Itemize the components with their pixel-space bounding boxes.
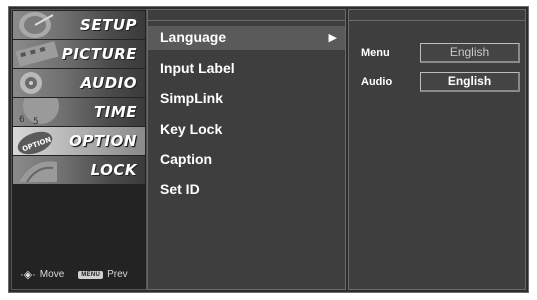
move-hint-label: Move: [39, 269, 65, 280]
audio-language-label: Audio: [361, 76, 393, 88]
submenu-item-key-lock[interactable]: Key Lock: [160, 121, 222, 137]
submenu-item-set-id[interactable]: Set ID: [160, 181, 200, 197]
category-menu: SETUP PICTURE AUDIO 6 5 TIME OPTION OPTI…: [11, 9, 147, 290]
category-option[interactable]: OPTION OPTION: [13, 127, 145, 155]
category-label: AUDIO: [80, 74, 137, 92]
option-submenu: Language ▶ Input Label SimpLink Key Lock…: [147, 9, 346, 290]
menu-language-label: Menu: [361, 47, 390, 59]
svg-text:5: 5: [33, 117, 39, 126]
category-lock[interactable]: LOCK: [13, 156, 145, 184]
category-time[interactable]: 6 5 TIME: [13, 98, 145, 126]
move-arrows-icon: ·◈·: [20, 269, 36, 281]
submenu-item-caption[interactable]: Caption: [160, 151, 212, 167]
submenu-item-input-label[interactable]: Input Label: [160, 60, 235, 76]
svg-text:6: 6: [19, 115, 25, 125]
menu-language-value[interactable]: English: [420, 43, 520, 63]
navigation-hints: ·◈· Move MENU Prev: [20, 268, 128, 281]
satellite-dish-icon: [19, 12, 54, 38]
speaker-icon: [20, 72, 42, 94]
divider: [148, 20, 345, 21]
audio-language-value[interactable]: English: [420, 72, 520, 92]
arrow-right-icon: ▶: [328, 32, 337, 44]
category-label: LOCK: [90, 161, 137, 179]
category-audio[interactable]: AUDIO: [13, 69, 145, 97]
lock-icon: [19, 161, 57, 183]
language-options: Menu English Audio English: [348, 9, 526, 290]
category-label: SETUP: [80, 16, 137, 34]
prev-hint-label: Prev: [107, 269, 128, 280]
category-picture[interactable]: PICTURE: [13, 40, 145, 68]
submenu-item-language[interactable]: Language: [160, 29, 226, 45]
menu-key-icon: MENU: [78, 270, 104, 279]
clock-icon: 6 5: [19, 98, 59, 126]
category-label: OPTION: [69, 132, 137, 150]
category-label: PICTURE: [61, 45, 137, 63]
divider: [349, 20, 525, 21]
submenu-item-simplink[interactable]: SimpLink: [160, 90, 223, 106]
category-setup[interactable]: SETUP: [13, 11, 145, 39]
osd-menu-panel: SETUP PICTURE AUDIO 6 5 TIME OPTION OPTI…: [8, 6, 529, 293]
category-label: TIME: [94, 103, 137, 121]
tv-screen: SETUP PICTURE AUDIO 6 5 TIME OPTION OPTI…: [0, 0, 537, 300]
